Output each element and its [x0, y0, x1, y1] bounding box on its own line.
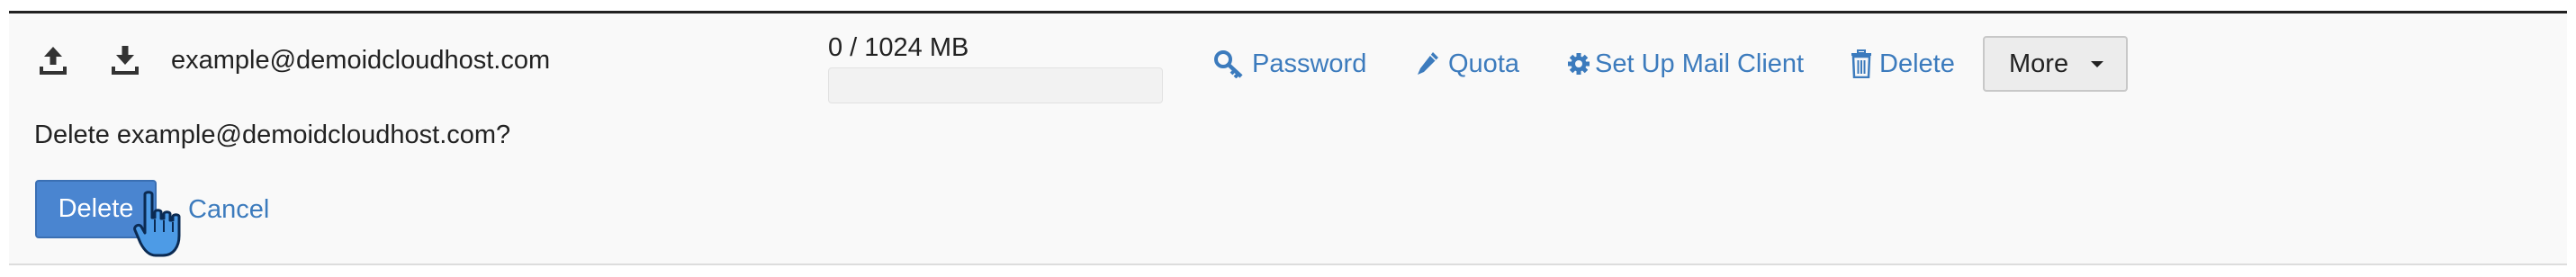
more-dropdown-button[interactable]: More: [1983, 36, 2128, 92]
quota-link[interactable]: Quota: [1415, 46, 1519, 82]
set-up-mail-client-link[interactable]: Set Up Mail Client: [1567, 46, 1804, 82]
email-account-row: example@demoidcloudhost.com 0 / 1024 MB …: [9, 11, 2567, 265]
disk-usage-text: 0 / 1024 MB: [828, 33, 969, 62]
delete-confirmation-prompt: Delete example@demoidcloudhost.com?: [34, 121, 511, 149]
disk-usage-bar: [828, 67, 1163, 103]
cancel-link[interactable]: Cancel: [188, 193, 269, 226]
set-up-mail-client-label: Set Up Mail Client: [1595, 49, 1805, 78]
delete-label: Delete: [1879, 49, 1955, 78]
hand-pointer-cursor: [133, 191, 200, 267]
caret-down-icon: [2091, 61, 2103, 67]
delete-link[interactable]: Delete: [1851, 46, 1955, 82]
gear-icon: [1567, 52, 1590, 76]
quota-label: Quota: [1448, 49, 1519, 78]
email-account-address: example@demoidcloudhost.com: [171, 46, 551, 75]
password-label: Password: [1252, 49, 1367, 78]
trash-icon: [1851, 49, 1872, 78]
more-label: More: [2009, 49, 2069, 78]
download-icon[interactable]: [111, 45, 140, 76]
pencil-icon: [1415, 50, 1440, 77]
password-link[interactable]: Password: [1213, 46, 1366, 82]
upload-icon[interactable]: [39, 45, 68, 76]
key-icon: [1213, 49, 1244, 78]
